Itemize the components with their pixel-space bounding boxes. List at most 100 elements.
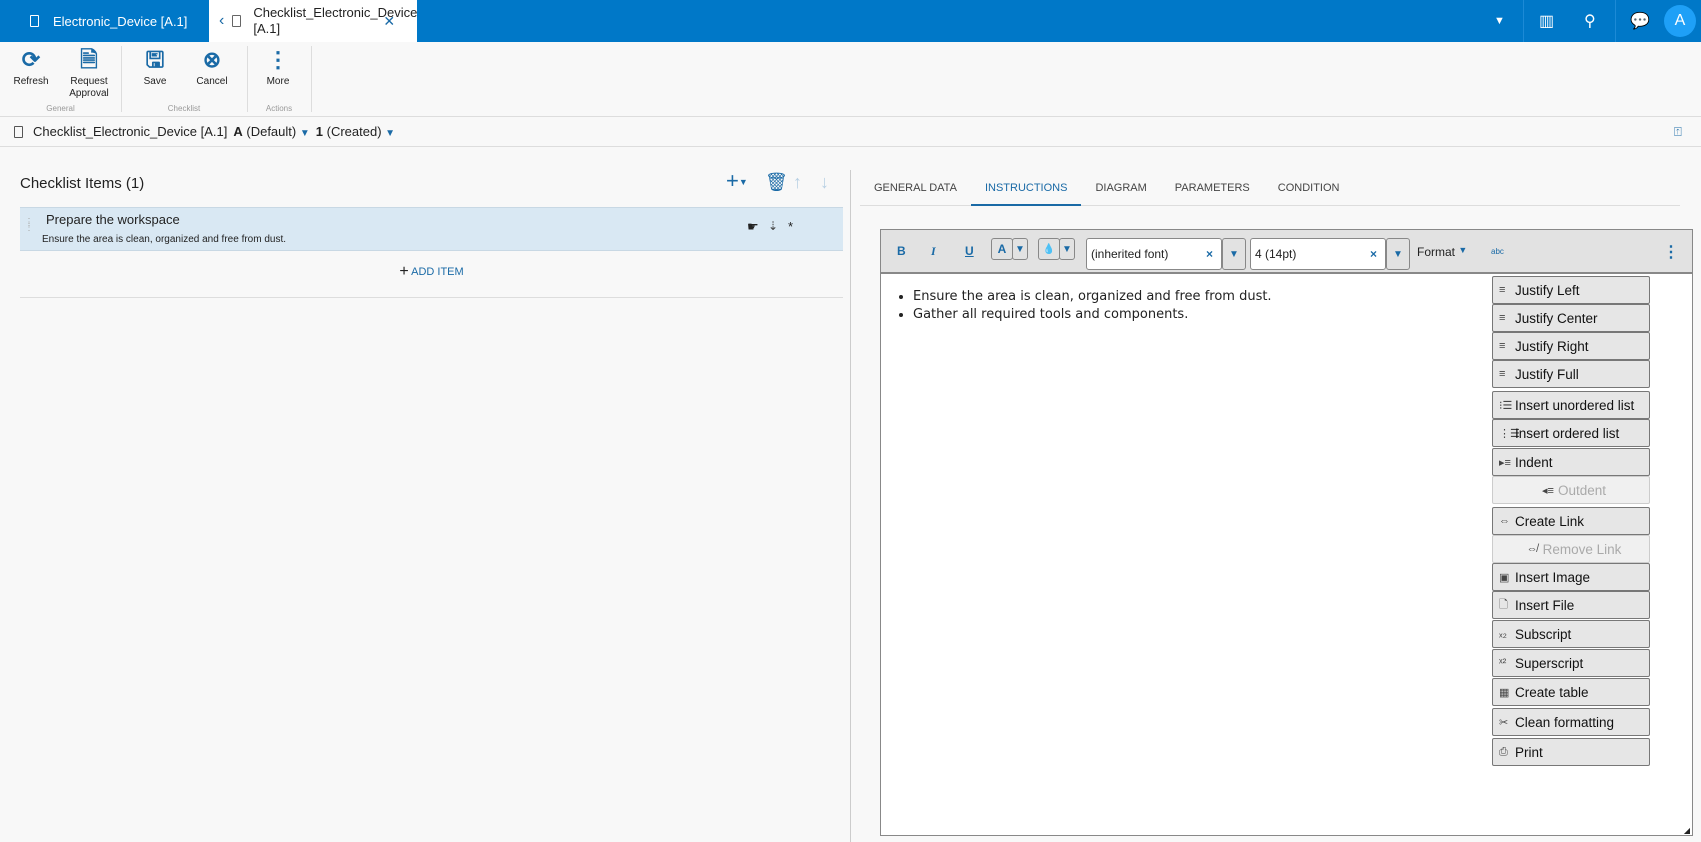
add-icon[interactable]: +▼ (726, 168, 748, 194)
refresh-button[interactable]: ⟳ Refresh (2, 48, 60, 88)
more-button[interactable]: ⋮ More (249, 48, 307, 88)
outdent-icon: ◂≡ (1541, 484, 1554, 497)
menu-item-label: Create Link (1515, 513, 1585, 529)
close-icon[interactable]: ✕ (383, 13, 395, 29)
menu-item-label: Justify Right (1515, 338, 1589, 354)
add-item-button[interactable]: + ADD ITEM (20, 263, 843, 281)
size-select[interactable]: 4 (14pt) × (1250, 238, 1386, 270)
revision-dropdown[interactable]: A (Default) ▼ (233, 124, 309, 139)
avatar[interactable]: A (1664, 5, 1696, 37)
menu-item-superscript[interactable]: ˣ² Superscript (1492, 649, 1650, 677)
menu-item-create-link[interactable]: ⇔ Create Link (1492, 507, 1650, 535)
menu-item-clean-formatting[interactable]: ✂ Clean formatting (1492, 708, 1650, 736)
editor-content[interactable]: Ensure the area is clean, organized and … (895, 288, 1272, 324)
group-label: General (46, 104, 75, 113)
menu-item-label: Insert File (1515, 597, 1575, 613)
arrow-down-icon[interactable]: ↓ (820, 172, 829, 193)
font-dropdown[interactable]: ▼ (1222, 238, 1246, 270)
italic-button[interactable]: I (931, 244, 936, 259)
menu-item-print[interactable]: ⎙ Print (1492, 738, 1650, 766)
indent-icon: ▸≡ (1499, 456, 1511, 469)
label: Save (143, 76, 167, 87)
search-icon[interactable]: ⚲ (1584, 11, 1596, 31)
menu-item-insert-image[interactable]: ▣ Insert Image (1492, 563, 1650, 591)
clear-icon[interactable]: × (1206, 247, 1213, 261)
font-value: (inherited font) (1091, 247, 1169, 261)
document-icon (14, 125, 23, 138)
menu-item-remove-link[interactable]: ⇎ Remove Link (1492, 535, 1650, 563)
font-color-button[interactable]: A (991, 238, 1013, 260)
more-vertical-icon[interactable]: ⋮ (1663, 242, 1679, 262)
arrow-up-icon[interactable]: ↑ (793, 172, 802, 193)
menu-item-label: Superscript (1515, 655, 1584, 671)
collapse-panel-icon[interactable]: ⍐ (1674, 124, 1682, 140)
save-button[interactable]: 🖫 Save (126, 48, 184, 88)
print-icon: ⎙ (1499, 745, 1508, 758)
spellcheck-button[interactable]: abc (1491, 247, 1504, 256)
version-dropdown[interactable]: 1 (Created) ▼ (316, 124, 395, 139)
detail-tabs: GENERAL DATA INSTRUCTIONS DIAGRAM PARAME… (860, 178, 1680, 206)
tab-condition[interactable]: CONDITION (1264, 178, 1354, 206)
required-icon[interactable]: * (788, 219, 793, 234)
breadcrumb: Checklist_Electronic_Device [A.1] A (Def… (0, 117, 1701, 147)
bold-button[interactable]: B (897, 244, 906, 258)
menu-item-label: Clean formatting (1515, 714, 1615, 730)
label: More (266, 76, 290, 87)
font-select[interactable]: (inherited font) × (1086, 238, 1222, 270)
highlight-color-dropdown[interactable]: ▼ (1059, 238, 1075, 260)
menu-item-label: Justify Full (1515, 366, 1579, 382)
tab-general-data[interactable]: GENERAL DATA (860, 178, 971, 206)
justify-left-icon: ≡ (1499, 284, 1506, 296)
tab-electronic-device[interactable]: Electronic_Device [A.1] (0, 0, 208, 42)
menu-item-unordered-list[interactable]: ⁝☰ Insert unordered list (1492, 391, 1650, 419)
cancel-button[interactable]: ⊗ Cancel (183, 48, 241, 88)
menu-item-justify-right[interactable]: ≡ Justify Right (1492, 332, 1650, 360)
chevron-left-icon[interactable]: ‹ (219, 13, 224, 29)
tab-checklist[interactable]: ‹ Checklist_Electronic_Device [A.1] ✕ (209, 0, 417, 42)
document-icon (232, 15, 242, 27)
sort-icon[interactable]: ⇣ (768, 219, 778, 233)
panel-divider[interactable] (850, 170, 851, 842)
menu-item-insert-file[interactable]: 🗋 Insert File (1492, 591, 1650, 619)
menu-item-justify-center[interactable]: ≡ Justify Center (1492, 304, 1650, 332)
hand-icon[interactable]: ☛ (747, 219, 759, 235)
tab-parameters[interactable]: PARAMETERS (1161, 178, 1264, 206)
list-item[interactable]: ⋮ ⋮ Prepare the workspace Ensure the area… (20, 207, 843, 251)
tab-label: Checklist_Electronic_Device [A.1] (253, 5, 418, 36)
format-label: Format (1417, 245, 1456, 259)
menu-item-indent[interactable]: ▸≡ Indent (1492, 448, 1650, 476)
save-icon: 🖫 (145, 47, 165, 72)
dropdown-icon[interactable]: ▼ (1494, 15, 1505, 27)
more-vertical-icon: ⋮ (267, 47, 289, 72)
menu-item-justify-left[interactable]: ≡ Justify Left (1492, 276, 1650, 304)
clear-icon[interactable]: × (1370, 247, 1377, 261)
chat-icon[interactable]: 💬 (1630, 11, 1650, 31)
menu-item-justify-full[interactable]: ≡ Justify Full (1492, 360, 1650, 388)
delete-icon[interactable]: 🗑 (765, 172, 788, 193)
bullet-item: Ensure the area is clean, organized and … (913, 288, 1272, 306)
font-color-dropdown[interactable]: ▼ (1012, 238, 1028, 260)
clean-formatting-icon: ✂ (1499, 716, 1509, 729)
create-table-icon: ▦ (1499, 686, 1510, 699)
barcode-icon[interactable]: ▥ (1539, 11, 1554, 31)
divider (121, 46, 122, 112)
refresh-icon: ⟳ (21, 47, 41, 72)
resize-handle-icon[interactable]: ◢ (1684, 826, 1690, 835)
item-description: Ensure the area is clean, organized and … (42, 234, 287, 245)
menu-item-outdent[interactable]: ◂≡ Outdent (1492, 476, 1650, 504)
menu-item-create-table[interactable]: ▦ Create table (1492, 678, 1650, 706)
highlight-color-button[interactable]: 💧 (1038, 238, 1060, 260)
menu-item-label: Justify Center (1515, 310, 1598, 326)
superscript-icon: ˣ² (1499, 657, 1507, 669)
request-approval-button[interactable]: 🗎 Request Approval (60, 48, 118, 100)
menu-item-ordered-list[interactable]: ⋮☰ Insert ordered list (1492, 419, 1650, 447)
menu-item-subscript[interactable]: ₓ₂ Subscript (1492, 620, 1650, 648)
tab-instructions[interactable]: INSTRUCTIONS (970, 178, 1082, 206)
underline-button[interactable]: U (965, 244, 974, 258)
format-dropdown[interactable]: Format ▼ (1417, 245, 1467, 259)
ver-label: (Created) (326, 124, 382, 139)
drag-handle-icon[interactable]: ⋮ ⋮ (24, 218, 34, 233)
tab-diagram[interactable]: DIAGRAM (1081, 178, 1160, 206)
menu-item-label: Print (1515, 744, 1543, 760)
size-dropdown[interactable]: ▼ (1386, 238, 1410, 270)
